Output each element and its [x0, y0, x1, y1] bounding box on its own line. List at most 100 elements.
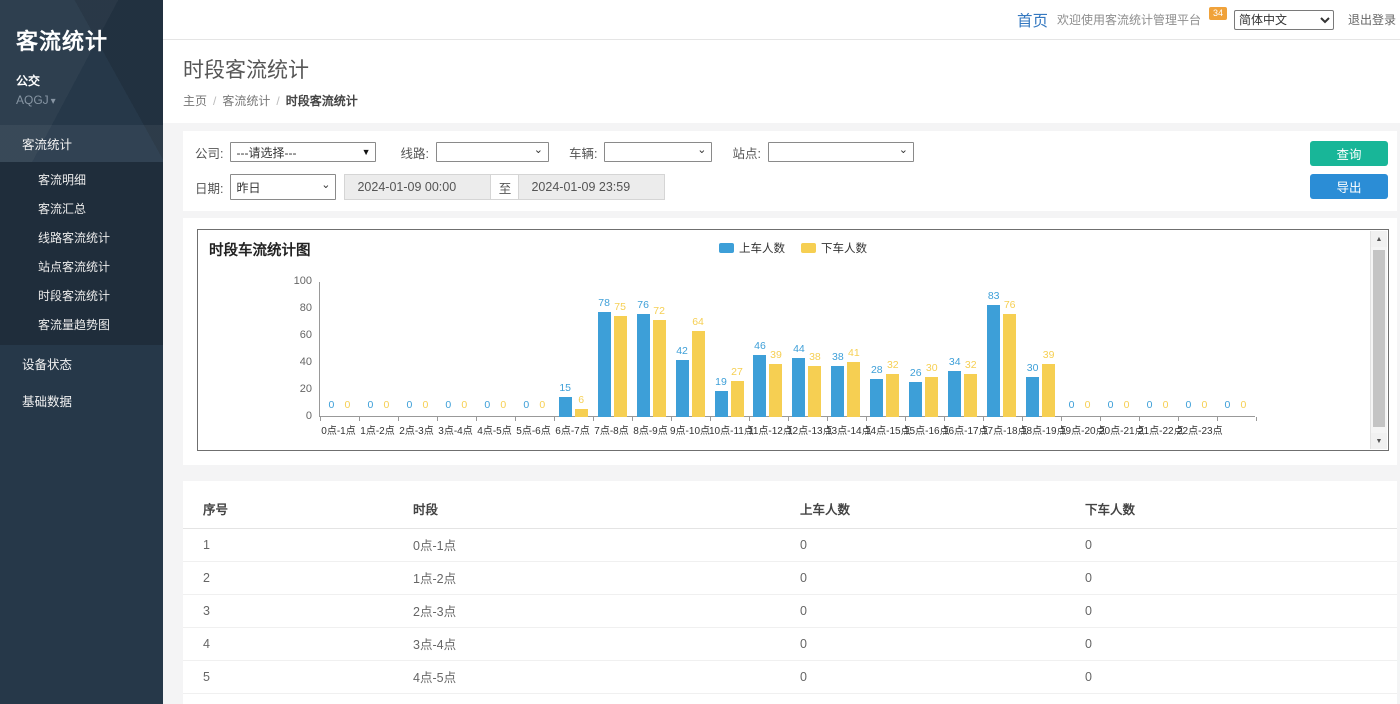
sidebar-section-1[interactable]: 设备状态: [0, 345, 163, 382]
bar-alighting-wrap: 27: [731, 282, 744, 417]
x-axis-label: 17点-18点: [982, 422, 1021, 437]
bar-alighting: [614, 316, 627, 417]
bar-group-7: 7875: [593, 282, 632, 417]
logout-link[interactable]: 退出登录: [1348, 11, 1396, 28]
chevron-down-icon: ⌄: [534, 146, 543, 154]
bar-alighting-wrap: 0: [1237, 282, 1250, 417]
bar-boarding-wrap: 0: [1065, 282, 1078, 417]
date-label: 日期:: [195, 178, 223, 197]
date-end-input[interactable]: 2024-01-09 23:59: [518, 174, 665, 200]
vehicle-select[interactable]: ⌄: [604, 142, 712, 162]
nav-home-link[interactable]: 首页: [1017, 9, 1048, 31]
notification-badge: 34: [1209, 7, 1227, 20]
x-axis-label: 7点-8点: [592, 422, 631, 437]
bar-value-label: 64: [692, 316, 704, 328]
bar-group-18: 3039: [1021, 282, 1060, 417]
bar-value-label: 0: [1186, 399, 1192, 411]
x-axis-label: 6点-7点: [553, 422, 592, 437]
bar-alighting-wrap: 41: [847, 282, 860, 417]
bar-group-20: 00: [1099, 282, 1138, 417]
bar-value-label: 27: [731, 366, 743, 378]
bar-alighting-wrap: 0: [341, 282, 354, 417]
bar-alighting-wrap: 0: [419, 282, 432, 417]
org-switcher[interactable]: AQGJ▾: [16, 93, 163, 107]
table-cell-3-1: 3点-4点: [413, 628, 800, 661]
bar-value-label: 0: [1224, 399, 1230, 411]
bar-boarding: [987, 305, 1000, 417]
bar-alighting: [692, 331, 705, 417]
station-label: 站点:: [732, 143, 760, 162]
bar-boarding-wrap: 0: [481, 282, 494, 417]
bar-value-label: 19: [715, 376, 727, 388]
legend-swatch-icon: [719, 243, 734, 253]
bar-alighting-wrap: 75: [614, 282, 627, 417]
line-select[interactable]: ⌄: [436, 142, 549, 162]
bar-boarding: [715, 391, 728, 417]
x-axis-label: 3点-4点: [436, 422, 475, 437]
chevron-down-icon: ⌄: [899, 146, 908, 154]
table-column-header-1: 时段: [413, 485, 800, 529]
station-select[interactable]: ⌄: [768, 142, 914, 162]
scrollbar-thumb[interactable]: [1373, 250, 1385, 427]
y-axis-tick-label: 100: [274, 275, 312, 287]
date-start-input[interactable]: 2024-01-09 00:00: [344, 174, 491, 200]
sidebar-section-0[interactable]: 客流统计: [0, 125, 163, 162]
breadcrumb: 主页/客流统计/时段客流统计: [183, 94, 1380, 109]
company-select-value: ---请选择---: [236, 144, 296, 161]
table-row: 65点-6点00: [183, 694, 1397, 704]
legend-swatch-icon: [801, 243, 816, 253]
bar-group-14: 2832: [865, 282, 904, 417]
x-axis-label: 22点-23点: [1177, 422, 1216, 437]
sidebar-item-0-5[interactable]: 客流量趋势图: [0, 310, 163, 339]
bar-group-4: 00: [476, 282, 515, 417]
bar-value-label: 0: [1069, 399, 1075, 411]
scroll-down-icon[interactable]: ▼: [1371, 433, 1387, 449]
table-cell-4-0: 5: [183, 661, 413, 694]
bar-alighting: [964, 374, 977, 417]
company-select[interactable]: ---请选择--- ▼: [230, 142, 376, 162]
bar-boarding-wrap: 0: [1221, 282, 1234, 417]
query-button[interactable]: 查询: [1310, 141, 1388, 166]
table-cell-1-1: 1点-2点: [413, 562, 800, 595]
bar-value-label: 0: [345, 399, 351, 411]
top-navbar: 首页 欢迎使用客流统计管理平台 34 简体中文 退出登录: [163, 0, 1400, 40]
sidebar-item-0-3[interactable]: 站点客流统计: [0, 252, 163, 281]
bar-group-5: 00: [515, 282, 554, 417]
date-preset-select[interactable]: 昨日 ⌄: [230, 174, 336, 200]
sidebar-item-0-4[interactable]: 时段客流统计: [0, 281, 163, 310]
x-axis-label: 15点-16点: [904, 422, 943, 437]
x-axis-label: 5点-6点: [514, 422, 553, 437]
bar-value-label: 0: [461, 399, 467, 411]
bar-value-label: 39: [770, 349, 782, 361]
x-axis-label: 21点-22点: [1138, 422, 1177, 437]
bar-value-label: 26: [910, 367, 922, 379]
bar-alighting-wrap: 30: [925, 282, 938, 417]
table-cell-5-2: 0: [800, 694, 1085, 704]
bar-group-21: 00: [1138, 282, 1177, 417]
language-select[interactable]: 简体中文: [1234, 10, 1334, 30]
bar-value-label: 0: [539, 399, 545, 411]
table-cell-5-1: 5点-6点: [413, 694, 800, 704]
scroll-up-icon[interactable]: ▲: [1371, 231, 1387, 247]
bar-alighting-wrap: 6: [575, 282, 588, 417]
sidebar-item-0-1[interactable]: 客流汇总: [0, 194, 163, 223]
bar-alighting: [886, 374, 899, 417]
bar-value-label: 46: [754, 340, 766, 352]
sidebar-section-2[interactable]: 基础数据: [0, 382, 163, 419]
export-button[interactable]: 导出: [1310, 174, 1388, 199]
sidebar-menu: 客流统计客流明细客流汇总线路客流统计站点客流统计时段客流统计客流量趋势图设备状态…: [0, 125, 163, 419]
legend-item-1[interactable]: 下车人数: [801, 240, 867, 256]
bar-value-label: 32: [965, 359, 977, 371]
bar-alighting-wrap: 38: [808, 282, 821, 417]
x-axis-label: 11点-12点: [748, 422, 787, 437]
table-row: 32点-3点00: [183, 595, 1397, 628]
bar-value-label: 38: [832, 351, 844, 363]
breadcrumb-item-1[interactable]: 客流统计: [222, 94, 270, 108]
legend-item-0[interactable]: 上车人数: [719, 240, 785, 256]
breadcrumb-item-0[interactable]: 主页: [183, 94, 207, 108]
sidebar-item-0-2[interactable]: 线路客流统计: [0, 223, 163, 252]
chart-scrollbar[interactable]: ▲ ▼: [1370, 231, 1387, 449]
sidebar-item-0-0[interactable]: 客流明细: [0, 165, 163, 194]
bar-alighting-wrap: 0: [1159, 282, 1172, 417]
x-axis-label: 0点-1点: [319, 422, 358, 437]
